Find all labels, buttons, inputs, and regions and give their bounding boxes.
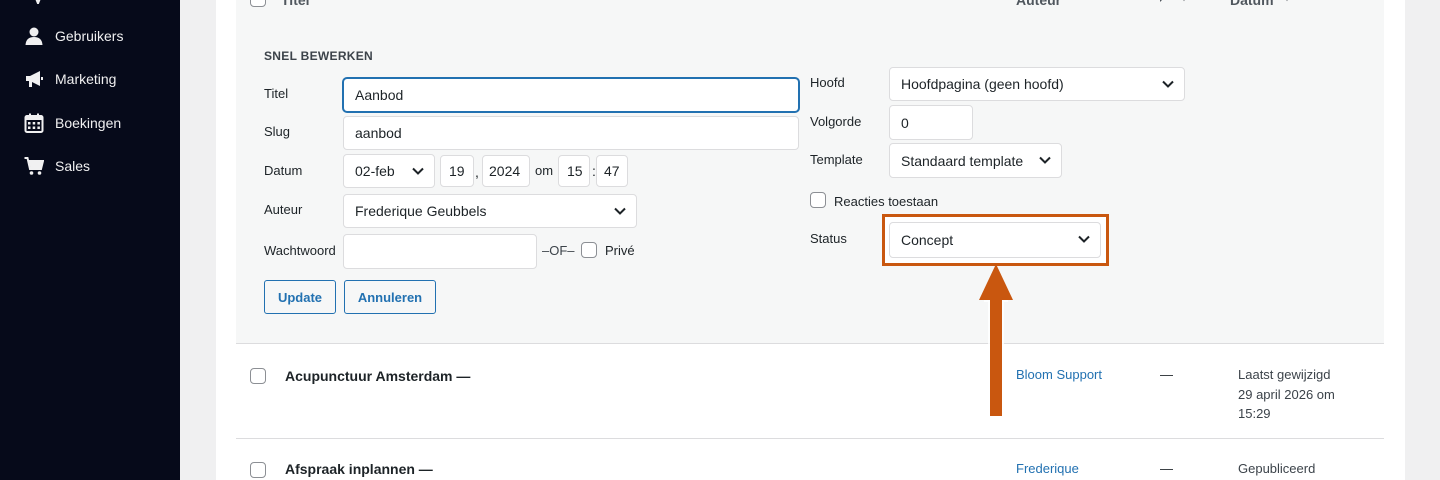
sort-arrow-icon[interactable] (1283, 0, 1291, 2)
sidebar-item-label: Gebruikers (55, 28, 124, 44)
cart-icon (24, 157, 44, 175)
row-checkbox[interactable] (250, 368, 266, 384)
row-divider (236, 438, 1384, 439)
password-input[interactable] (343, 234, 537, 269)
column-header-date[interactable]: Datum (1230, 0, 1274, 8)
date-value: 29 april 2026 om (1238, 386, 1335, 402)
update-button[interactable]: Update (264, 280, 336, 314)
private-checkbox[interactable] (581, 242, 597, 258)
template-label: Template (810, 152, 863, 167)
slug-label: Slug (264, 124, 291, 139)
title-label: Titel (264, 86, 289, 101)
page-title-link[interactable]: Afspraak inplannen — (285, 461, 433, 477)
date-status: Gepubliceerd (1238, 461, 1316, 476)
chevron-down-icon (412, 167, 424, 175)
template-value: Standaard template (901, 152, 1024, 169)
author-link[interactable]: Frederique (1016, 461, 1079, 476)
column-header-author[interactable]: Auteur (1016, 0, 1061, 8)
parent-select[interactable]: Hoofdpagina (geen hoofd) (889, 67, 1185, 101)
status-label: Status (810, 231, 847, 246)
page-title-link[interactable]: Acupunctuur Amsterdam — (285, 368, 470, 384)
chevron-down-icon (1162, 80, 1174, 88)
sidebar-item-boekingen[interactable]: Boekingen (0, 103, 180, 143)
date-cell: Gepubliceerd (1238, 459, 1378, 479)
order-label: Volgorde (810, 114, 862, 129)
order-input[interactable]: 0 (889, 105, 973, 140)
column-header-title[interactable]: Titel (281, 0, 310, 8)
or-label: –OF– (542, 243, 575, 258)
hour-input[interactable]: 15 (558, 155, 590, 187)
private-label: Privé (605, 243, 635, 258)
status-value: Concept (901, 232, 954, 248)
sidebar-item-gebruikers[interactable]: Gebruikers (0, 16, 180, 56)
user-icon (25, 27, 43, 45)
chevron-down-icon (1039, 156, 1051, 164)
megaphone-icon (26, 71, 43, 87)
allow-comments-checkbox[interactable] (810, 192, 826, 208)
menu-icon-partial (35, 0, 41, 4)
sidebar-item-label: Boekingen (55, 115, 122, 131)
author-label: Auteur (264, 202, 303, 217)
sidebar-item-label: Marketing (55, 71, 117, 87)
month-value: 02-feb (355, 163, 395, 179)
chevron-down-icon (614, 207, 626, 215)
parent-value: Hoofdpagina (geen hoofd) (901, 76, 1064, 92)
author-link[interactable]: Bloom Support (1016, 367, 1102, 382)
admin-sidebar: Gebruikers Marketing Boekingen Sales (0, 0, 180, 480)
slug-input[interactable]: aanbod (343, 116, 799, 150)
cancel-button[interactable]: Annuleren (344, 280, 436, 314)
comment-bubble-icon[interactable] (1158, 0, 1170, 4)
at-label: om (535, 163, 554, 178)
template-select[interactable]: Standaard template (889, 143, 1062, 178)
time-value: 15:29 (1238, 406, 1271, 421)
author-select[interactable]: Frederique Geubbels (343, 194, 637, 228)
comments-count: — (1160, 367, 1173, 382)
date-label: Datum (264, 163, 303, 178)
password-label: Wachtwoord (264, 243, 336, 258)
quick-edit-heading: SNEL BEWERKEN (264, 49, 374, 63)
status-select[interactable]: Concept (889, 222, 1101, 258)
annotation-arrow-icon (979, 264, 1013, 418)
chevron-down-icon (1078, 235, 1090, 243)
sidebar-item-marketing[interactable]: Marketing (0, 59, 180, 99)
date-status: Laatst gewijzigd (1238, 367, 1331, 382)
title-input[interactable]: Aanbod (343, 78, 799, 112)
sort-arrow-icon[interactable] (1180, 0, 1188, 2)
comments-count: — (1160, 461, 1173, 476)
allow-comments-label: Reacties toestaan (834, 194, 939, 209)
minute-input[interactable]: 47 (596, 155, 628, 187)
row-checkbox[interactable] (250, 462, 266, 478)
parent-label: Hoofd (810, 75, 845, 90)
month-select[interactable]: 02-feb (343, 154, 435, 188)
author-value: Frederique Geubbels (355, 203, 487, 219)
day-input[interactable]: 19 (440, 155, 474, 187)
calendar-icon (24, 113, 44, 133)
sidebar-item-label: Sales (55, 158, 91, 174)
year-input[interactable]: 2024 (482, 155, 530, 187)
date-cell: Laatst gewijzigd 29 april 2026 om 15:29 (1238, 365, 1378, 424)
sidebar-item-sales[interactable]: Sales (0, 146, 180, 186)
select-all-checkbox[interactable] (250, 0, 266, 7)
date-separator: , (475, 164, 479, 180)
